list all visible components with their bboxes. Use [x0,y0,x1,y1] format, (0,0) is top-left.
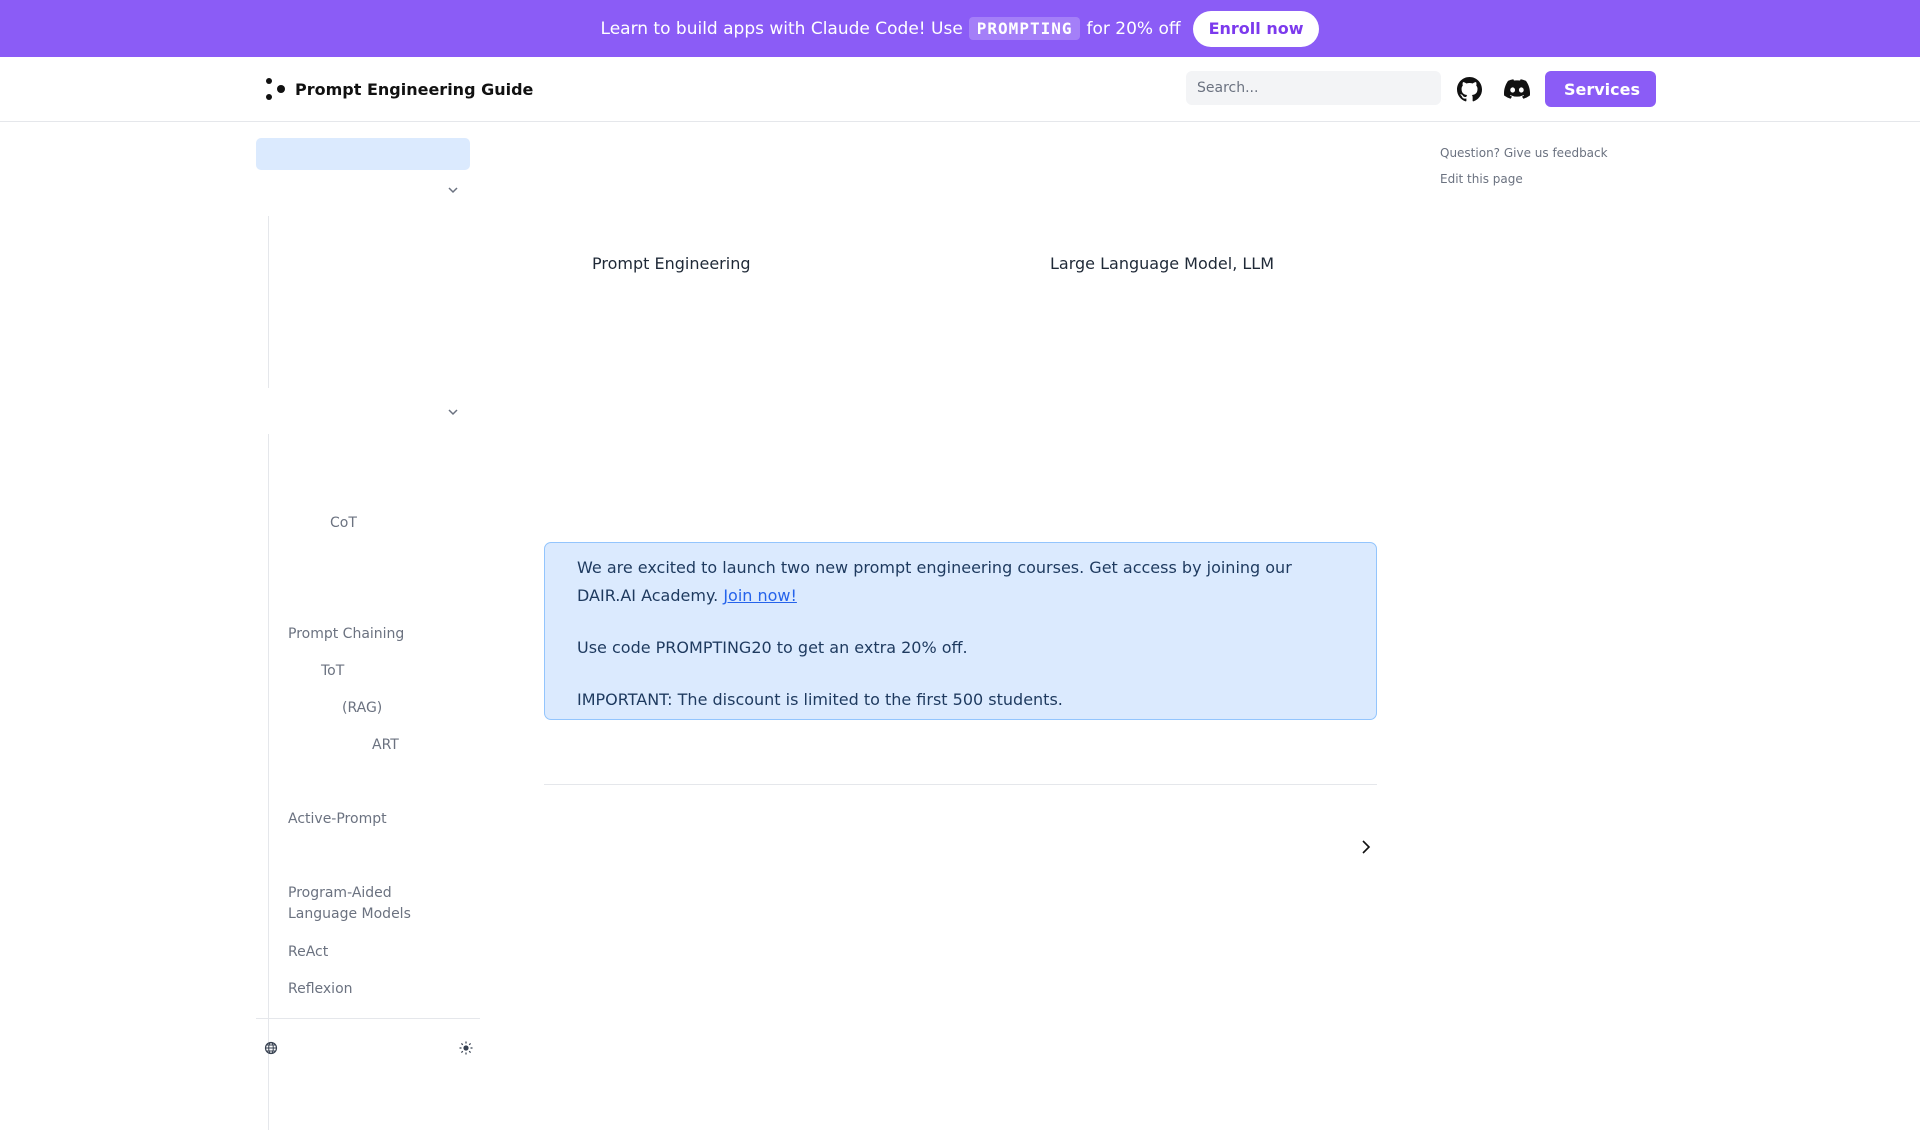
site-title: Prompt Engineering Guide [295,79,534,99]
chevron-down-icon[interactable] [447,184,459,196]
sidebar-item-reflexion[interactable]: Reflexion [288,979,353,1000]
sidebar-item-pal[interactable]: Program-Aided Language Models [288,883,464,925]
promo-code-badge: PROMPTING [968,17,1081,40]
sidebar-item-tot[interactable]: ToT [321,661,344,682]
services-button[interactable]: Services [1545,71,1656,107]
edit-page-link[interactable]: Edit this page [1440,172,1523,186]
sun-icon[interactable] [459,1041,473,1055]
term-llm: Large Language Model, LLM [1050,254,1274,273]
content-divider [544,784,1377,785]
sidebar-item-active-prompt[interactable]: Active-Prompt [288,809,387,830]
sidebar-item-art[interactable]: ART [372,735,399,756]
term-prompt-engineering: Prompt Engineering [592,254,751,273]
announcement-callout: We are excited to launch two new prompt … [544,542,1377,720]
globe-icon[interactable] [264,1041,278,1055]
join-now-link[interactable]: Join now! [723,586,797,605]
sidebar-nav: CoT Prompt Chaining ToT (RAG) ART Active… [256,122,480,1130]
callout-code-text: Use code PROMPTING20 to get an extra 20%… [577,638,968,657]
banner-text-after: for 20% off [1086,18,1181,39]
promo-banner: Learn to build apps with Claude Code! Us… [0,0,1920,57]
search-input[interactable] [1186,71,1441,105]
sidebar-item-cot[interactable]: CoT [330,513,357,534]
sidebar-tree-line [268,216,269,388]
sidebar-item-rag[interactable]: (RAG) [342,698,382,719]
home-link[interactable]: Prompt Engineering Guide [264,75,533,103]
sidebar-tree-line [268,434,269,1130]
chevron-right-icon[interactable] [1360,839,1372,855]
banner-text: Learn to build apps with Claude Code! Us… [600,18,963,39]
site-header: Prompt Engineering Guide Services [0,57,1920,122]
sidebar-active-item[interactable] [256,138,470,170]
feedback-link[interactable]: Question? Give us feedback [1440,146,1608,160]
discord-icon[interactable] [1504,78,1530,100]
sidebar-item-prompt-chaining[interactable]: Prompt Chaining [288,624,404,645]
github-icon[interactable] [1457,77,1482,102]
callout-important-text: IMPORTANT: The discount is limited to th… [577,690,1063,709]
callout-text: We are excited to launch two new prompt … [577,558,1292,605]
sidebar-item-react[interactable]: ReAct [288,942,328,963]
callout-paragraph: We are excited to launch two new prompt … [577,554,1344,610]
logo-icon [266,78,285,100]
chevron-down-icon[interactable] [447,406,459,418]
enroll-now-button[interactable]: Enroll now [1192,10,1320,47]
sidebar-footer-divider [256,1018,480,1019]
